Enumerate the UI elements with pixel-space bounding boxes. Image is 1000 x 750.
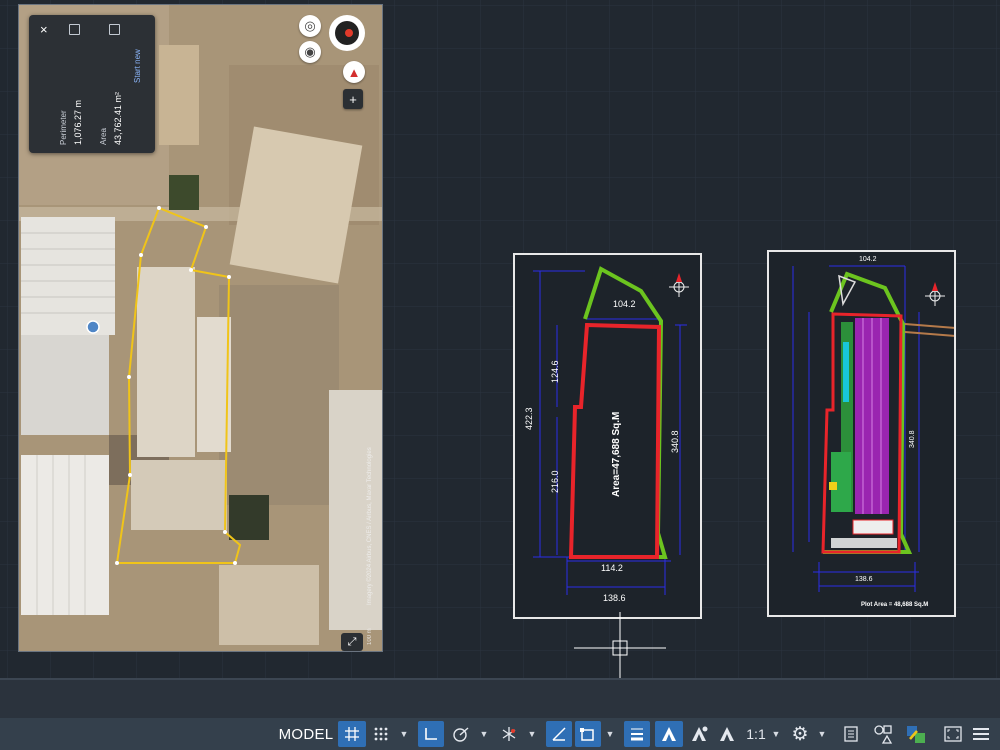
area-label: Area=47,688 Sq.M <box>611 411 622 497</box>
object-snap-icon[interactable] <box>575 721 601 747</box>
map-scale: 100 m <box>367 628 373 645</box>
grid-display-icon[interactable] <box>338 721 366 747</box>
status-bar: MODEL ▼ ▼ ▼ ▼ 1:1 ▼ ⚙ ▼ <box>0 718 1000 750</box>
dim-right: 340.8 <box>909 430 916 448</box>
satellite-image-viewport[interactable]: × Start new Perimeter 1,076.27 m Area 43… <box>18 4 383 652</box>
customize-icon[interactable] <box>838 721 864 747</box>
auto-scale-icon[interactable] <box>686 721 712 747</box>
sheet-title: Plot Area = 48,688 Sq.M <box>861 602 929 608</box>
zoom-in-button[interactable]: + <box>343 89 363 109</box>
annotation-scale-value[interactable]: 1:1 <box>744 721 768 747</box>
site-layout-sheet[interactable]: 104.2 340.8 138.6 Plot Area = 48,688 Sq.… <box>767 250 956 617</box>
menu-icon[interactable] <box>968 721 994 747</box>
dim-top: 104.2 <box>613 299 636 309</box>
map-expand-button[interactable]: ⤢ <box>341 633 363 651</box>
isometric-drafting-icon[interactable] <box>496 721 522 747</box>
lineweight-icon[interactable] <box>624 721 650 747</box>
pegman-icon[interactable]: ◉ <box>299 41 321 63</box>
site-boundary-sheet[interactable]: 104.2 422.3 124.6 216.0 340.8 114.2 138.… <box>513 253 702 619</box>
command-line[interactable] <box>0 678 1000 718</box>
annotation-visibility-icon[interactable] <box>655 721 683 747</box>
dim-top: 104.2 <box>859 256 877 263</box>
location-icon[interactable]: ◎ <box>299 15 321 37</box>
workspace-gear-icon[interactable]: ⚙ <box>788 721 812 747</box>
dim-right: 340.8 <box>670 430 680 453</box>
dim-bottom-inner: 114.2 <box>601 563 623 573</box>
site-layout-drawing <box>792 265 954 592</box>
area-label: Area <box>99 128 108 145</box>
workspace-dropdown-icon[interactable]: ▼ <box>816 721 828 747</box>
drawing-canvas[interactable]: × Start new Perimeter 1,076.27 m Area 43… <box>0 0 1000 678</box>
perimeter-value: 1,076.27 m <box>73 99 83 145</box>
ortho-mode-icon[interactable] <box>418 721 444 747</box>
copy-area-icon[interactable] <box>109 24 120 35</box>
dim-bottom: 138.6 <box>855 576 873 583</box>
dim-bottom-outer: 138.6 <box>603 593 626 603</box>
isolate-objects-icon[interactable] <box>870 721 896 747</box>
osnap-dropdown-icon[interactable]: ▼ <box>604 721 616 747</box>
close-icon[interactable]: × <box>40 22 48 37</box>
compass-icon[interactable]: ▲ <box>343 61 365 83</box>
perimeter-label: Perimeter <box>59 110 68 145</box>
snap-mode-icon[interactable] <box>368 721 394 747</box>
model-space-button[interactable]: MODEL <box>277 721 335 747</box>
fullscreen-icon[interactable] <box>940 721 966 747</box>
map-attribution: Imagery ©2024 Airbus, CNES / Airbus, Max… <box>367 447 373 605</box>
snap-dropdown-icon[interactable]: ▼ <box>398 721 410 747</box>
object-snap-tracking-icon[interactable] <box>546 721 572 747</box>
dim-left-lower: 216.0 <box>550 470 560 493</box>
compass-globe-icon[interactable] <box>329 15 365 51</box>
scale-dropdown-icon[interactable]: ▼ <box>770 721 782 747</box>
measure-distance-panel: × Start new Perimeter 1,076.27 m Area 43… <box>29 15 155 153</box>
dim-left-upper: 124.6 <box>550 360 560 383</box>
annotation-scale-icon[interactable] <box>714 721 740 747</box>
polar-tracking-icon[interactable] <box>448 721 474 747</box>
hardware-acceleration-icon[interactable] <box>902 721 930 747</box>
copy-icon[interactable] <box>69 24 80 35</box>
crosshair-cursor-icon <box>574 612 666 678</box>
area-value: 43,762.41 m² <box>113 91 123 145</box>
isodraft-dropdown-icon[interactable]: ▼ <box>526 721 538 747</box>
polar-dropdown-icon[interactable]: ▼ <box>478 721 490 747</box>
start-new-button[interactable]: Start new <box>133 49 142 83</box>
dim-left-total: 422.3 <box>524 407 534 430</box>
